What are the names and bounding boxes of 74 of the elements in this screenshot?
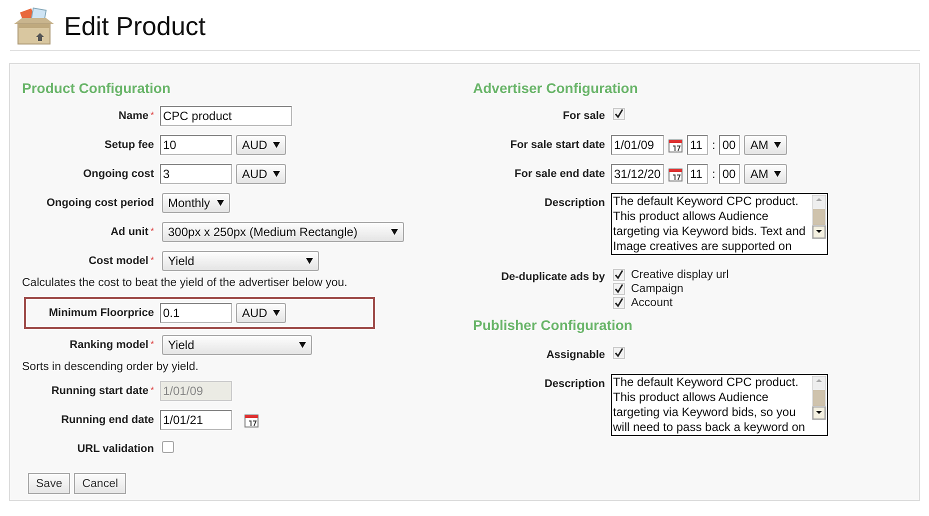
minute-field[interactable]: 00: [719, 135, 740, 155]
dropdown[interactable]: Yield: [162, 251, 319, 271]
field-label: Name *: [118, 109, 154, 122]
field-label: De-duplicate ads by: [500, 270, 605, 283]
field-label: Ongoing cost: [82, 167, 154, 180]
field-label: Ongoing cost period: [45, 196, 154, 209]
field-label: URL validation: [76, 442, 154, 455]
cancel-button[interactable]: Cancel: [74, 473, 126, 494]
caret-icon: [774, 171, 782, 177]
dropdown[interactable]: Yield: [162, 335, 312, 355]
caret-icon: [273, 310, 280, 316]
meridiem-select[interactable]: AM: [744, 135, 788, 155]
checkbox[interactable]: [613, 283, 625, 295]
checkbox[interactable]: [613, 108, 625, 120]
caret-icon: [774, 142, 782, 148]
time-separator: :: [712, 138, 716, 152]
field-label: Ranking model *: [68, 338, 154, 351]
field-label: For sale start date: [509, 138, 605, 151]
amount-field[interactable]: 0.1: [160, 303, 232, 323]
calendar-icon[interactable]: [244, 412, 259, 428]
description-field[interactable]: The default Keyword CPC product. This product allows Audience targeting via Keyword bids. Text and Image creatives are supported on: [611, 193, 828, 255]
save-button[interactable]: Save: [28, 473, 70, 494]
caret-icon: [306, 258, 313, 264]
currency-select[interactable]: AUD: [236, 135, 286, 155]
field-label: For sale: [562, 109, 605, 122]
field-label: Setup fee: [103, 138, 154, 151]
text-field[interactable]: CPC product: [160, 106, 292, 126]
calendar-icon[interactable]: [668, 166, 683, 182]
field-label: Description: [543, 377, 605, 390]
field-label: Assignable: [545, 348, 605, 361]
date-field[interactable]: 1/01/21: [160, 410, 232, 430]
field-label: Cost model *: [88, 254, 154, 267]
dropdown[interactable]: 300px x 250px (Medium Rectangle): [162, 222, 404, 242]
caret-icon: [273, 142, 280, 148]
checkbox[interactable]: [613, 347, 625, 359]
amount-field[interactable]: 3: [160, 164, 232, 184]
minute-field[interactable]: 00: [719, 164, 740, 184]
caret-icon: [299, 342, 306, 348]
dropdown[interactable]: Monthly: [162, 193, 230, 213]
date-field[interactable]: 31/12/20: [611, 164, 664, 184]
section-heading: Advertiser Configuration: [473, 80, 639, 96]
page-title: Edit Product: [64, 10, 206, 42]
caret-icon: [391, 229, 398, 235]
checkbox[interactable]: [613, 297, 625, 309]
hour-field[interactable]: 11: [687, 135, 708, 155]
option-label: Account: [631, 297, 673, 309]
hour-field[interactable]: 11: [687, 164, 708, 184]
field-label: For sale end date: [514, 167, 605, 180]
hint-text: Sorts in descending order by yield.: [22, 361, 200, 373]
checkbox[interactable]: [162, 441, 174, 453]
option-label: Creative display url: [631, 269, 729, 281]
checkbox[interactable]: [613, 269, 625, 281]
description-field[interactable]: The default Keyword CPC product. This product allows Audience targeting via Keyword bids, so you will need to pass back a keyword on: [611, 374, 828, 436]
field-label: Ad unit *: [110, 225, 154, 238]
option-label: Campaign: [631, 283, 684, 295]
caret-icon: [273, 171, 280, 177]
caret-icon: [217, 200, 224, 206]
currency-select[interactable]: AUD: [236, 164, 286, 184]
field-label: Minimum Floorprice: [48, 306, 154, 319]
section-heading: Product Configuration: [22, 80, 172, 96]
date-field[interactable]: 1/01/09: [611, 135, 664, 155]
field-label: Description: [543, 196, 605, 209]
box-icon: [12, 6, 56, 46]
currency-select[interactable]: AUD: [236, 303, 286, 323]
section-heading: Publisher Configuration: [473, 317, 634, 333]
field-label: Running end date: [60, 413, 154, 426]
field-label: Running start date *: [50, 384, 154, 397]
scrollbar[interactable]: [812, 195, 826, 239]
calendar-icon[interactable]: [668, 138, 683, 152]
hint-text: Calculates the cost to beat the yield of the advertiser below you.: [22, 277, 348, 289]
meridiem-select[interactable]: AM: [744, 164, 788, 184]
amount-field[interactable]: 10: [160, 135, 232, 155]
time-separator: :: [712, 167, 716, 181]
scrollbar[interactable]: [812, 376, 826, 420]
